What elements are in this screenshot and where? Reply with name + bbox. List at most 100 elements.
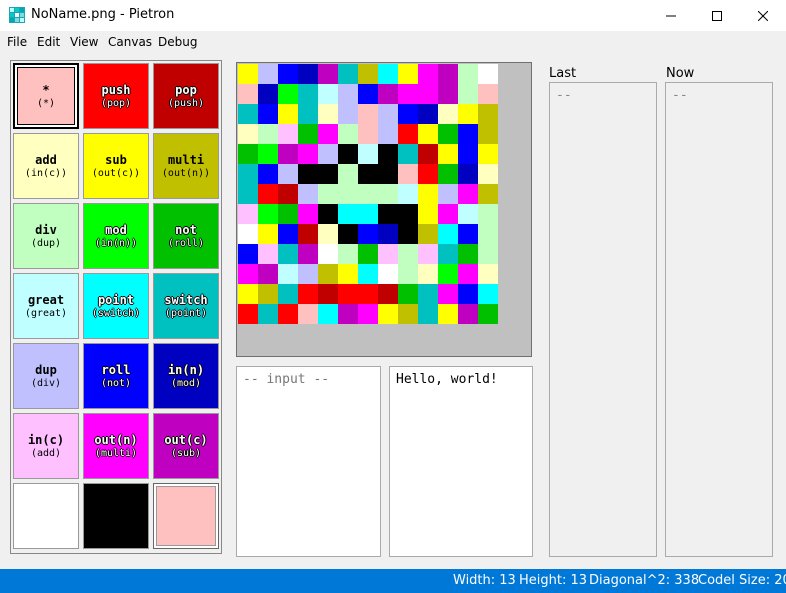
menu-edit[interactable]: Edit xyxy=(37,35,60,49)
codel[interactable] xyxy=(418,264,438,284)
codel[interactable] xyxy=(438,124,458,144)
palette-cell-great[interactable]: great (great) xyxy=(13,273,79,339)
codel[interactable] xyxy=(318,104,338,124)
codel[interactable] xyxy=(278,144,298,164)
codel[interactable] xyxy=(298,164,318,184)
codel[interactable] xyxy=(418,304,438,324)
codel[interactable] xyxy=(478,304,498,324)
menu-file[interactable]: File xyxy=(7,35,27,49)
codel[interactable] xyxy=(398,104,418,124)
now-list[interactable]: -- xyxy=(665,82,773,557)
maximize-button[interactable] xyxy=(694,0,740,31)
codel[interactable] xyxy=(258,104,278,124)
codel[interactable] xyxy=(358,244,378,264)
codel[interactable] xyxy=(438,144,458,164)
codel[interactable] xyxy=(458,124,478,144)
codel[interactable] xyxy=(318,164,338,184)
codel[interactable] xyxy=(278,264,298,284)
codel[interactable] xyxy=(238,184,258,204)
codel[interactable] xyxy=(378,224,398,244)
codel[interactable] xyxy=(298,64,318,84)
codel[interactable] xyxy=(418,184,438,204)
codel[interactable] xyxy=(338,244,358,264)
codel[interactable] xyxy=(478,264,498,284)
codel[interactable] xyxy=(418,84,438,104)
codel[interactable] xyxy=(358,84,378,104)
codel[interactable] xyxy=(378,124,398,144)
codel[interactable] xyxy=(478,184,498,204)
codel[interactable] xyxy=(398,184,418,204)
codel[interactable] xyxy=(358,284,378,304)
codel[interactable] xyxy=(338,224,358,244)
codel[interactable] xyxy=(298,284,318,304)
codel[interactable] xyxy=(418,284,438,304)
codel[interactable] xyxy=(338,164,358,184)
codel[interactable] xyxy=(338,124,358,144)
codel[interactable] xyxy=(478,124,498,144)
codel[interactable] xyxy=(278,84,298,104)
codel[interactable] xyxy=(338,264,358,284)
codel[interactable] xyxy=(258,124,278,144)
codel[interactable] xyxy=(338,184,358,204)
codel[interactable] xyxy=(258,264,278,284)
codel[interactable] xyxy=(458,64,478,84)
codel[interactable] xyxy=(358,164,378,184)
codel[interactable] xyxy=(298,304,318,324)
codel[interactable] xyxy=(298,184,318,204)
codel[interactable] xyxy=(398,144,418,164)
codel[interactable] xyxy=(318,244,338,264)
last-list[interactable]: -- xyxy=(549,82,657,557)
codel[interactable] xyxy=(278,64,298,84)
palette-cell-multi[interactable]: multi (out(n)) xyxy=(153,133,219,199)
codel[interactable] xyxy=(418,164,438,184)
codel[interactable] xyxy=(318,84,338,104)
codel[interactable] xyxy=(238,104,258,124)
codel[interactable] xyxy=(318,264,338,284)
codel[interactable] xyxy=(238,244,258,264)
codel[interactable] xyxy=(378,164,398,184)
codel[interactable] xyxy=(378,84,398,104)
codel[interactable] xyxy=(398,304,418,324)
codel[interactable] xyxy=(438,304,458,324)
codel[interactable] xyxy=(338,144,358,164)
codel[interactable] xyxy=(458,164,478,184)
codel[interactable] xyxy=(458,184,478,204)
codel[interactable] xyxy=(478,64,498,84)
codel[interactable] xyxy=(378,64,398,84)
codel[interactable] xyxy=(298,144,318,164)
codel[interactable] xyxy=(278,164,298,184)
palette-cell-push[interactable]: push (pop) xyxy=(83,63,149,129)
codel[interactable] xyxy=(478,144,498,164)
codel[interactable] xyxy=(298,84,318,104)
palette-cell-blank[interactable] xyxy=(83,483,149,549)
codel[interactable] xyxy=(278,104,298,124)
codel[interactable] xyxy=(438,164,458,184)
codel[interactable] xyxy=(458,104,478,124)
codel[interactable] xyxy=(458,244,478,264)
codel[interactable] xyxy=(238,264,258,284)
codel[interactable] xyxy=(318,184,338,204)
codel[interactable] xyxy=(338,64,358,84)
codel[interactable] xyxy=(318,224,338,244)
codel[interactable] xyxy=(238,284,258,304)
codel[interactable] xyxy=(338,284,358,304)
codel[interactable] xyxy=(378,204,398,224)
codel[interactable] xyxy=(378,144,398,164)
codel[interactable] xyxy=(458,304,478,324)
codel[interactable] xyxy=(238,224,258,244)
codel[interactable] xyxy=(238,124,258,144)
codel[interactable] xyxy=(438,284,458,304)
codel[interactable] xyxy=(478,204,498,224)
codel[interactable] xyxy=(458,224,478,244)
menu-debug[interactable]: Debug xyxy=(158,35,197,49)
codel[interactable] xyxy=(438,84,458,104)
codel[interactable] xyxy=(378,264,398,284)
codel[interactable] xyxy=(278,224,298,244)
codel[interactable] xyxy=(438,264,458,284)
codel[interactable] xyxy=(258,64,278,84)
codel[interactable] xyxy=(418,104,438,124)
codel[interactable] xyxy=(318,204,338,224)
codel[interactable] xyxy=(358,104,378,124)
codel[interactable] xyxy=(278,244,298,264)
codel[interactable] xyxy=(258,184,278,204)
